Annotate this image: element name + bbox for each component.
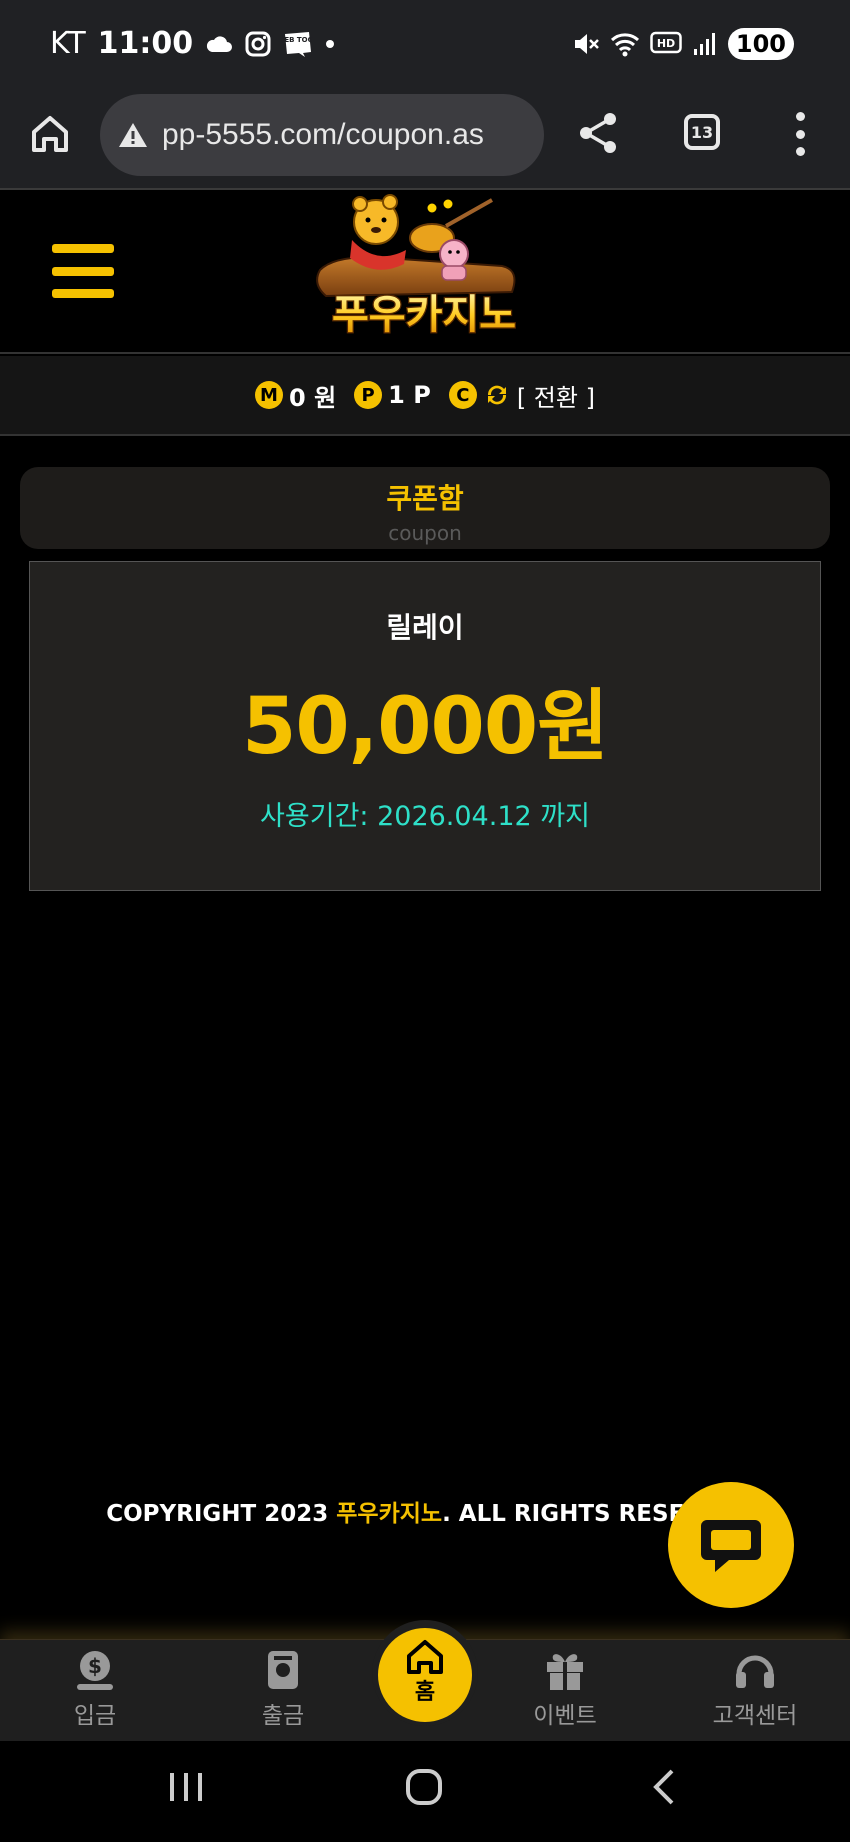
hd-icon: HD [650, 31, 682, 57]
carrier-label: KT [50, 26, 86, 61]
headset-icon [736, 1655, 774, 1688]
svg-text:$: $ [88, 1654, 102, 1678]
share-button[interactable] [576, 110, 622, 156]
system-navigation-bar [0, 1741, 850, 1842]
point-balance: 1 P [388, 381, 431, 409]
coupon-section-subtitle: coupon [388, 521, 462, 545]
withdraw-icon [268, 1651, 298, 1689]
money-balance: 0 원 [289, 383, 337, 412]
more-menu-button[interactable] [792, 112, 808, 156]
more-icon [795, 112, 805, 121]
casino-coin-icon: C [448, 381, 477, 409]
copyright-prefix: COPYRIGHT 2023 [106, 1501, 337, 1527]
system-back-button[interactable] [653, 1769, 674, 1805]
point-coin-icon: P [354, 381, 383, 409]
nav-deposit[interactable]: $ 입금 [40, 1648, 150, 1730]
site-logo[interactable]: 푸우카지노 [306, 192, 542, 342]
dot-icon [325, 39, 335, 49]
status-bar: KT 11:00 WEB TOON HD 100 [0, 0, 850, 92]
refresh-icon [487, 385, 506, 405]
signal-icon [692, 31, 718, 57]
wifi-icon [610, 31, 640, 57]
nav-event[interactable]: 이벤트 [510, 1648, 620, 1730]
tabs-button[interactable]: 13 [684, 114, 720, 150]
nav-home-label: 홈 [414, 1680, 436, 1705]
balance-bar: M 0 원 P 1 P C [ 전환 ] [0, 356, 850, 436]
nav-support-label: 고객센터 [712, 1703, 798, 1729]
coupon-amount: 50,000원 [242, 682, 609, 772]
webtoon-icon: WEB TOON [283, 30, 313, 58]
gift-icon [547, 1654, 583, 1690]
recent-apps-button[interactable] [170, 1773, 202, 1801]
coupon-section-title: 쿠폰함 [386, 482, 464, 515]
nav-withdraw[interactable]: 출금 [228, 1648, 338, 1730]
url-text: pp-5555.com/coupon.as [162, 118, 484, 151]
money-coin-icon: M [255, 381, 284, 409]
hd-label: HD [657, 37, 675, 50]
browser-home-button[interactable] [28, 112, 72, 156]
mute-icon [572, 30, 600, 58]
coupon-name: 릴레이 [386, 611, 464, 644]
chat-icon [701, 1520, 761, 1572]
instagram-icon [245, 31, 271, 57]
convert-button[interactable]: C [ 전환 ] [448, 378, 595, 413]
switch-label: [ 전환 ] [516, 383, 595, 412]
share-icon [580, 113, 616, 153]
coupon-validity: 사용기간: 2026.04.12 까지 [260, 801, 590, 832]
nav-event-label: 이벤트 [533, 1703, 597, 1729]
hamburger-menu-button[interactable] [52, 244, 114, 298]
clock: 11:00 [97, 26, 194, 61]
hamburger-icon [52, 244, 114, 253]
nav-home[interactable]: 홈 [378, 1628, 472, 1722]
cloud-icon [205, 34, 233, 54]
site-header: 푸우카지노 [0, 190, 850, 354]
system-home-button[interactable] [406, 1769, 442, 1805]
nav-support[interactable]: 고객센터 [700, 1648, 810, 1730]
browser-toolbar: pp-5555.com/coupon.as 13 [0, 92, 850, 190]
home-icon [407, 1640, 443, 1674]
battery-indicator: 100 [727, 28, 794, 60]
webtoon-label: WEB TOON [283, 36, 313, 44]
nav-withdraw-label: 출금 [261, 1703, 305, 1729]
logo-text: 푸우카지노 [332, 292, 516, 338]
coupon-card[interactable]: 릴레이 50,000원 사용기간: 2026.04.12 까지 [29, 561, 821, 891]
nav-deposit-label: 입금 [73, 1703, 117, 1729]
url-bar[interactable]: pp-5555.com/coupon.as [100, 94, 544, 176]
coupon-section-header: 쿠폰함 coupon [20, 467, 830, 549]
copyright-brand: 푸우카지노 [336, 1501, 443, 1527]
bottom-navigation: $ 입금 출금 홈 이벤트 고객센터 [0, 1620, 850, 1741]
chat-button[interactable] [668, 1482, 794, 1608]
deposit-icon: $ [77, 1651, 113, 1690]
home-icon [32, 116, 68, 152]
warning-icon [119, 123, 147, 147]
